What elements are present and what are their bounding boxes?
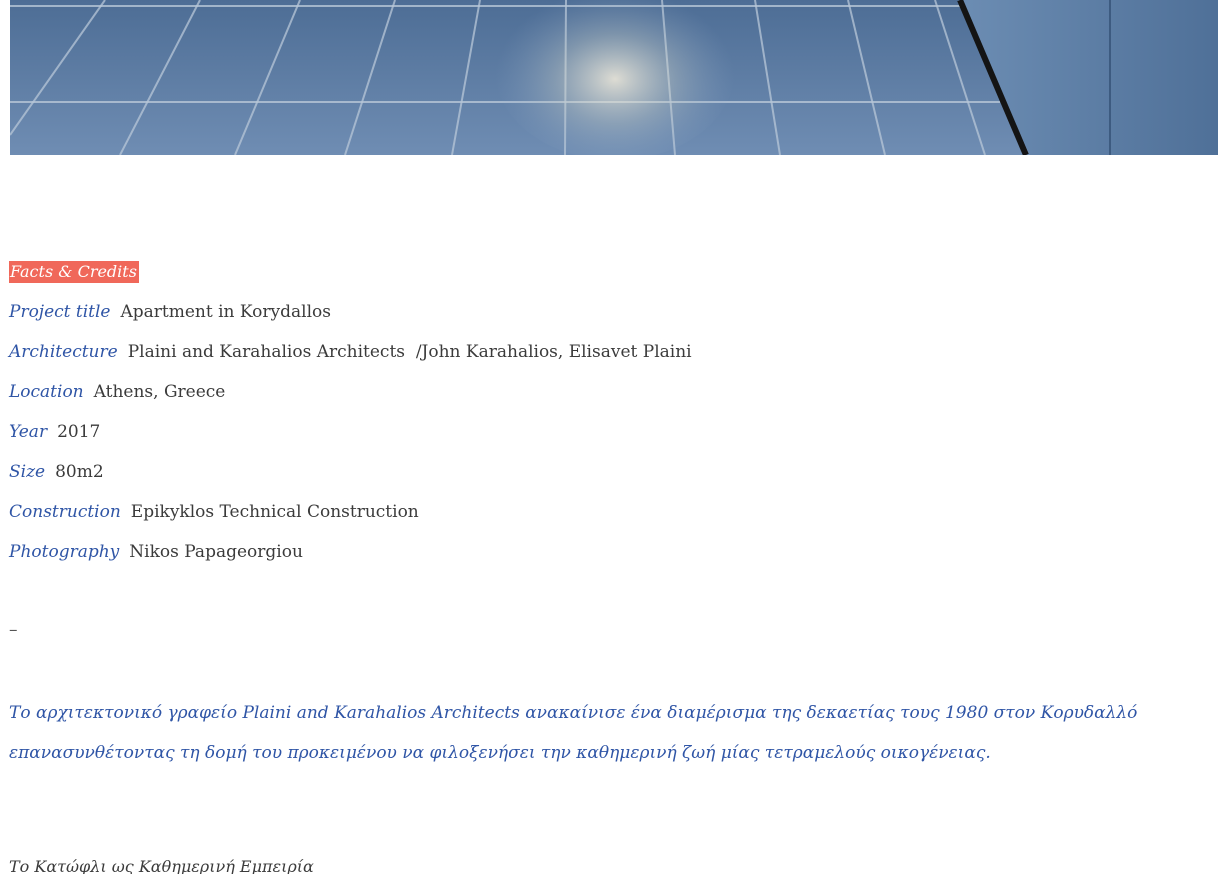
hero-photo <box>10 0 1218 155</box>
fact-row-architecture: Architecture Plaini and Karahalios Archit… <box>9 341 1199 381</box>
facts-credits-section: Facts & Credits Project title Apartment i… <box>9 261 1199 581</box>
fact-row-construction: Construction Epikyklos Technical Construc… <box>9 501 1199 541</box>
intro-paragraph: Το αρχιτεκτονικό γραφείο Plaini and Kara… <box>9 703 1138 763</box>
fact-value: Nikos Papageorgiou <box>129 542 303 562</box>
fact-value: Epikyklos Technical Construction <box>130 502 419 522</box>
fact-value: Apartment in Korydallos <box>120 302 331 322</box>
fact-value: Athens, Greece <box>93 382 226 402</box>
fact-label: Project title <box>9 302 111 322</box>
facts-heading: Facts & Credits <box>9 261 139 283</box>
fact-label: Location <box>9 382 84 402</box>
fact-row-location: Location Athens, Greece <box>9 381 1199 421</box>
hero-photo-illustration <box>10 0 1218 155</box>
fact-label: Size <box>9 462 46 482</box>
fact-label: Construction <box>9 502 121 522</box>
separator-dash: – <box>9 620 18 640</box>
fact-value: 2017 <box>57 422 101 442</box>
fact-label: Year <box>9 422 48 442</box>
fact-row-size: Size 80m2 <box>9 461 1199 501</box>
fact-row-photography: Photography Nikos Papageorgiou <box>9 541 1199 581</box>
fact-row-year: Year 2017 <box>9 421 1199 461</box>
fact-value: Plaini and Karahalios Architects /John K… <box>127 342 692 362</box>
section-subheading: Το Κατώφλι ως Καθημερινή Εμπειρία <box>9 857 314 874</box>
fact-value: 80m2 <box>55 462 104 482</box>
fact-row-project-title: Project title Apartment in Korydallos <box>9 301 1199 341</box>
fact-label: Photography <box>9 542 120 562</box>
fact-label: Architecture <box>9 342 118 362</box>
